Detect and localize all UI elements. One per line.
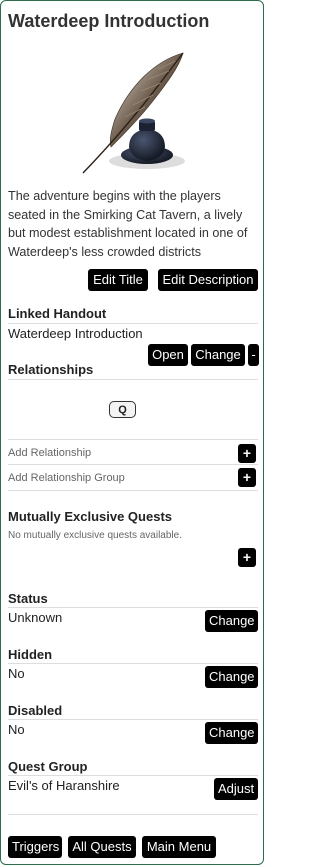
quest-title: Waterdeep Introduction bbox=[8, 11, 210, 31]
divider bbox=[8, 719, 258, 720]
status-heading: Status bbox=[8, 591, 48, 606]
add-relationship-button[interactable]: + bbox=[238, 444, 256, 463]
change-disabled-button[interactable]: Change bbox=[205, 722, 258, 744]
add-mutually-exclusive-button[interactable]: + bbox=[238, 548, 256, 567]
quest-panel: Waterdeep Introduction The adventure beg… bbox=[0, 0, 264, 865]
adjust-quest-group-button[interactable]: Adjust bbox=[214, 778, 258, 800]
add-relationship-group-button[interactable]: + bbox=[238, 468, 256, 487]
mutually-exclusive-empty-text: No mutually exclusive quests available. bbox=[8, 530, 182, 541]
edit-description-button[interactable]: Edit Description bbox=[158, 269, 258, 291]
divider bbox=[8, 439, 258, 440]
divider bbox=[8, 464, 258, 465]
all-quests-button[interactable]: All Quests bbox=[68, 836, 136, 858]
open-handout-button[interactable]: Open bbox=[148, 344, 188, 366]
divider bbox=[8, 607, 258, 608]
divider bbox=[8, 490, 258, 491]
linked-handout-heading: Linked Handout bbox=[8, 306, 107, 321]
divider bbox=[8, 663, 258, 664]
relationships-heading: Relationships bbox=[8, 362, 94, 377]
add-relationship-label: Add Relationship bbox=[8, 447, 92, 459]
divider bbox=[8, 775, 258, 776]
divider bbox=[8, 379, 258, 380]
mutually-exclusive-heading: Mutually Exclusive Quests bbox=[8, 509, 173, 524]
search-relationships-button[interactable]: Q bbox=[109, 401, 136, 418]
disabled-heading: Disabled bbox=[8, 703, 63, 718]
quill-and-inkwell-icon bbox=[82, 52, 185, 174]
quest-group-heading: Quest Group bbox=[8, 759, 88, 774]
change-handout-button[interactable]: Change bbox=[191, 344, 245, 366]
status-value: Unknown bbox=[8, 610, 63, 625]
triggers-button[interactable]: Triggers bbox=[8, 836, 62, 858]
remove-handout-button[interactable]: - bbox=[248, 344, 259, 366]
linked-handout-value: Waterdeep Introduction bbox=[8, 326, 143, 341]
main-menu-button[interactable]: Main Menu bbox=[142, 836, 216, 858]
change-status-button[interactable]: Change bbox=[205, 610, 258, 632]
divider bbox=[8, 323, 258, 324]
hidden-heading: Hidden bbox=[8, 647, 53, 662]
edit-title-button[interactable]: Edit Title bbox=[88, 269, 148, 291]
quest-group-value: Evil's of Haranshire bbox=[8, 778, 120, 793]
disabled-value: No bbox=[8, 722, 25, 737]
add-relationship-group-label: Add Relationship Group bbox=[8, 472, 125, 484]
quest-description: The adventure begins with the players se… bbox=[8, 189, 248, 259]
hidden-value: No bbox=[8, 666, 25, 681]
change-hidden-button[interactable]: Change bbox=[205, 666, 258, 688]
divider bbox=[8, 814, 258, 815]
